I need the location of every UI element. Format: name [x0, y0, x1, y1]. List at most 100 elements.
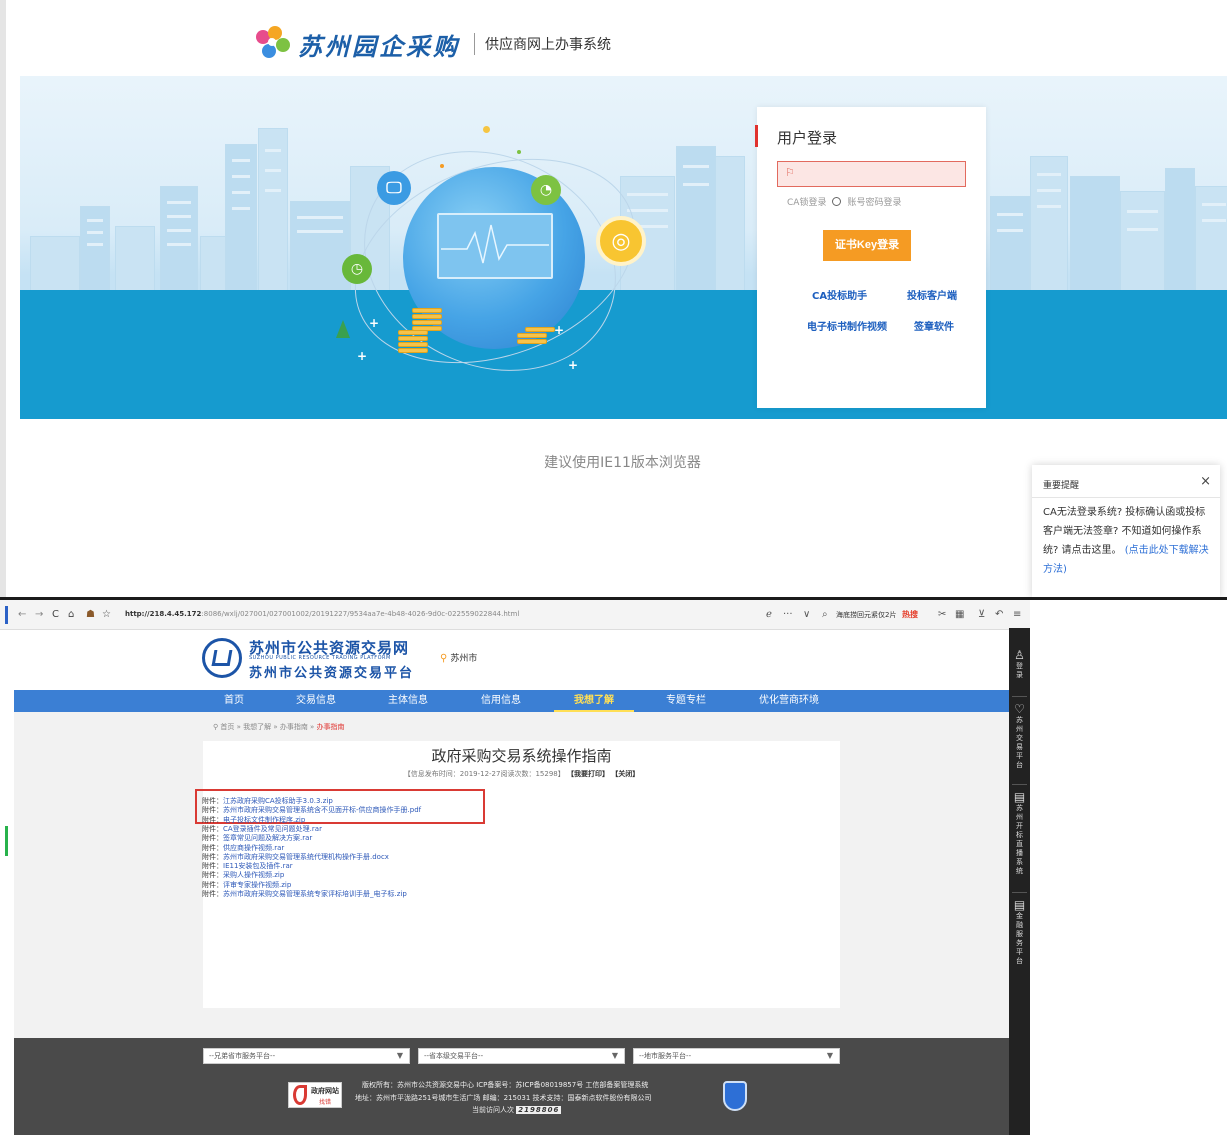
- finance-icon: ▤: [1013, 898, 1026, 912]
- attachment-link[interactable]: 电子投标文件制作程序.zip: [223, 816, 305, 824]
- province-select[interactable]: --省本级交易平台-- ▼: [418, 1048, 625, 1064]
- side-suzhou-trade[interactable]: ♡ 苏州交易平台: [1009, 702, 1030, 770]
- menu-icon[interactable]: ≡: [1013, 609, 1021, 620]
- attachment-link[interactable]: 采购人操作视频.zip: [223, 871, 284, 879]
- radio-account-label[interactable]: 账号密码登录: [847, 195, 901, 208]
- city-label: 苏州市: [450, 654, 478, 664]
- monitor-icon: 🖵: [377, 171, 411, 205]
- attachment-item: 附件：苏州市政府采购交易管理系统含不见面开标-供应商操作手册.pdf: [202, 806, 421, 815]
- article-meta: 【信息发布时间：2019-12-27阅读次数：15298】 【我要打印】 【关闭…: [203, 769, 840, 779]
- article-title: 政府采购交易系统操作指南: [431, 747, 612, 765]
- side-live-bidding-label: 苏州开标直播系统: [1016, 804, 1023, 875]
- clock-bubble-icon: ◷: [342, 254, 372, 284]
- side-finance-label: 金融服务平台: [1016, 912, 1023, 965]
- ie-mode-icon[interactable]: ℯ: [766, 609, 772, 620]
- home-icon[interactable]: ⌂: [68, 609, 74, 620]
- water-band: [20, 290, 1227, 419]
- close-link[interactable]: 【关闭】: [611, 770, 639, 778]
- nav-credit-info[interactable]: 信用信息: [469, 690, 533, 712]
- attachment-item: 附件：签章常见问题及解决方案.rar: [202, 834, 312, 843]
- side-finance[interactable]: ▤ 金融服务平台: [1009, 898, 1030, 966]
- site-emblem-icon: [202, 638, 242, 678]
- radio-account[interactable]: [832, 197, 842, 206]
- footer-copyright: 版权所有：苏州市公共资源交易中心 ICP备案号：苏ICP备08019857号 工…: [362, 1081, 649, 1089]
- print-link[interactable]: 【我要打印】: [567, 770, 609, 778]
- search-input[interactable]: 海底捞回元紧仅2片: [836, 610, 896, 620]
- login-header: 苏州园企采购 供应商网上办事系统: [6, 0, 1227, 76]
- gov-badge-label: 政府网站: [311, 1087, 339, 1095]
- download-icon[interactable]: ⊻: [978, 609, 985, 620]
- attachment-link[interactable]: 苏州市政府采购交易管理系统含不见面开标-供应商操作手册.pdf: [223, 806, 421, 814]
- nav-business-env[interactable]: 优化营商环境: [749, 690, 829, 712]
- right-float-bar: ♙ 登录 ♡ 苏州交易平台 ▤ 苏州开标直播系统 ▤ 金融服务平台: [1009, 628, 1030, 1135]
- attachment-link[interactable]: IE11安装包及插件.rar: [223, 862, 293, 870]
- more-icon[interactable]: ···: [783, 609, 793, 620]
- attachment-link[interactable]: 江苏政府采购CA投标助手3.0.3.zip: [223, 797, 333, 805]
- city-selector[interactable]: ⚲ 苏州市: [440, 651, 477, 664]
- close-icon[interactable]: ×: [1200, 474, 1211, 489]
- attachment-label: 附件：: [202, 890, 223, 898]
- scissors-icon[interactable]: ✂: [938, 609, 946, 620]
- attachment-item: 附件：江苏政府采购CA投标助手3.0.3.zip: [202, 797, 333, 806]
- apps-grid-icon[interactable]: ▦: [955, 609, 964, 620]
- nav-learn-more[interactable]: 我想了解: [562, 690, 626, 712]
- nav-home[interactable]: 首页: [204, 690, 264, 712]
- attachment-label: 附件：: [202, 824, 223, 833]
- side-live-bidding[interactable]: ▤ 苏州开标直播系统: [1009, 790, 1030, 876]
- important-notice-popup: 重要提醒 × CA无法登录系统? 投标确认函或投标客户端无法签章? 不知道如何操…: [1032, 465, 1220, 597]
- sister-city-select[interactable]: --兄弟省市服务平台-- ▼: [203, 1048, 410, 1064]
- address-bar[interactable]: http://218.4.45.172:8086/wxlj/027001/027…: [125, 610, 519, 618]
- attachment-item: 附件：电子投标文件制作程序.zip: [202, 816, 305, 825]
- breadcrumb-home[interactable]: 首页: [220, 723, 234, 731]
- city-banner: 🖵 ◔ ◎ ◷ + + + + 用户登录 ⚐ CA锁登录 账号密码登录 证书Ke…: [20, 76, 1227, 419]
- radio-ca-label[interactable]: CA锁登录: [787, 195, 826, 208]
- bid-client-link[interactable]: 投标客户端: [907, 287, 957, 302]
- security-shield-icon[interactable]: [723, 1081, 747, 1111]
- nav-trade-info[interactable]: 交易信息: [284, 690, 348, 712]
- supplier-login-screen: 苏州园企采购 供应商网上办事系统 🖵 ◔ ◎ ◷ + + + + 用户登录 ⚐ …: [0, 0, 1227, 597]
- chevron-down-icon: ▼: [611, 1051, 618, 1060]
- login-mode-radios: CA锁登录 账号密码登录: [787, 195, 901, 208]
- hot-search-badge[interactable]: 热搜: [902, 609, 918, 620]
- active-nav-underline: [554, 710, 634, 712]
- attachment-label: 附件：: [202, 815, 223, 824]
- city-platform-select[interactable]: --地市服务平台-- ▼: [633, 1048, 840, 1064]
- attachment-link[interactable]: 苏州市政府采购交易管理系统专家评标培训手册_电子标.zip: [223, 890, 407, 898]
- footer-visits: 当前访问人次 2198806: [472, 1105, 562, 1115]
- attachment-link[interactable]: 评审专家操作视频.zip: [223, 881, 291, 889]
- login-title: 用户登录: [777, 129, 838, 147]
- publish-info: 【信息发布时间：2019-12-27阅读次数：15298】: [403, 770, 565, 778]
- search-icon[interactable]: ⌕: [822, 609, 828, 620]
- brand-logo: 苏州园企采购 供应商网上办事系统: [254, 24, 611, 64]
- forward-icon[interactable]: →: [35, 609, 43, 620]
- cert-key-login-button[interactable]: 证书Key登录: [823, 230, 911, 261]
- attachment-label: 附件：: [202, 880, 223, 889]
- bookmark-icon[interactable]: ☆: [102, 609, 111, 620]
- logo-subtitle: 供应商网上办事系统: [485, 37, 611, 53]
- undo-icon[interactable]: ↶: [995, 609, 1003, 620]
- e-bid-video-link[interactable]: 电子标书制作视频: [807, 318, 887, 333]
- nav-subject-info[interactable]: 主体信息: [376, 690, 440, 712]
- attachment-link[interactable]: 供应商操作视频.rar: [223, 844, 284, 852]
- nav-special-topics[interactable]: 专题专栏: [654, 690, 718, 712]
- attachment-link[interactable]: 苏州市政府采购交易管理系统代理机构操作手册.docx: [223, 853, 389, 861]
- attachment-label: 附件：: [202, 862, 223, 871]
- side-login[interactable]: ♙ 登录: [1009, 648, 1030, 680]
- user-icon: ♙: [1014, 648, 1025, 662]
- breadcrumb-learn[interactable]: 我想了解: [243, 723, 271, 731]
- tree-icon: [336, 320, 350, 338]
- refresh-icon[interactable]: C: [52, 609, 59, 620]
- signature-software-link[interactable]: 签章软件: [914, 318, 954, 333]
- back-icon[interactable]: ←: [18, 609, 26, 620]
- ca-helper-link[interactable]: CA投标助手: [812, 287, 867, 302]
- attachment-label: 附件：: [202, 797, 223, 805]
- ca-key-field[interactable]: ⚐: [777, 161, 966, 187]
- visits-label: 当前访问人次: [472, 1106, 514, 1114]
- attachment-link[interactable]: 签章常见问题及解决方案.rar: [223, 834, 312, 842]
- main-nav: 首页 交易信息 主体信息 信用信息 我想了解 专题专栏 优化营商环境: [14, 690, 1009, 712]
- breadcrumb-guide[interactable]: 办事指南: [280, 723, 308, 731]
- attachment-link[interactable]: CA登录插件及常见问题处理.rar: [223, 825, 322, 833]
- lock-icon[interactable]: ☗: [86, 609, 95, 620]
- chevron-down-icon[interactable]: ∨: [803, 609, 810, 620]
- gov-site-badge[interactable]: 政府网站 找错: [288, 1082, 342, 1108]
